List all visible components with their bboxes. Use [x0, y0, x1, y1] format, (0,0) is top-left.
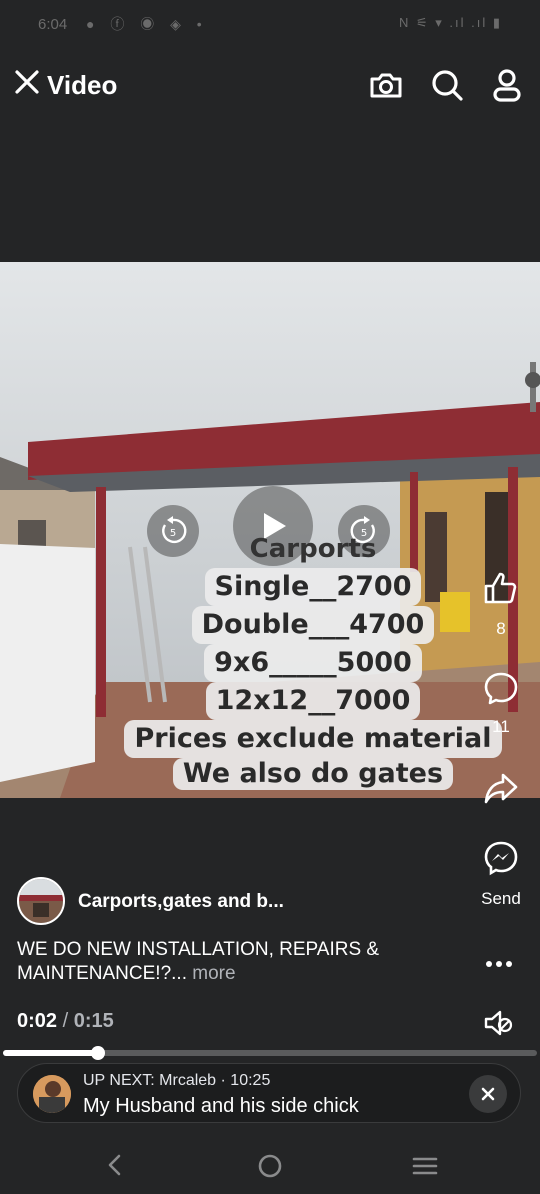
duration: 0:15: [73, 1010, 114, 1032]
send-button[interactable]: Send: [474, 840, 528, 909]
current-time: 0:02: [17, 1010, 58, 1032]
playback-time: 0:02 / 0:15: [17, 1010, 114, 1033]
overlay-line: Single__2700: [204, 568, 422, 606]
overlay-line: We also do gates: [172, 758, 454, 790]
status-bar: 6:04 ● ⓕ ◉ ◈ • N ⚟ ▾ .ıl .ıl ▮: [0, 0, 540, 48]
author-name[interactable]: Carports,gates and b...: [78, 891, 284, 913]
up-next-label: UP NEXT: Mrcaleb · 10:25: [83, 1072, 271, 1089]
speaker-muted-icon: [484, 1010, 513, 1036]
like-button[interactable]: 8: [474, 570, 528, 639]
send-label: Send: [481, 889, 521, 908]
author-avatar[interactable]: [17, 877, 65, 925]
dismiss-up-next-button[interactable]: [469, 1075, 507, 1113]
thumbs-up-icon: [484, 572, 517, 604]
close-icon[interactable]: [12, 67, 42, 97]
caption-line: MAINTENANCE!?...: [17, 963, 187, 984]
more-options-icon[interactable]: [484, 944, 514, 976]
up-next-thumbnail: [33, 1075, 71, 1113]
home-icon[interactable]: [257, 1153, 283, 1184]
up-next-title: My Husband and his side chick: [83, 1095, 359, 1117]
comment-button[interactable]: 11: [474, 670, 528, 737]
caption-line: WE DO NEW INSTALLATION, REPAIRS &: [17, 939, 380, 960]
system-status-icons: N ⚟ ▾ .ıl .ıl ▮: [398, 15, 502, 30]
like-count: 8: [496, 619, 506, 638]
progress-thumb[interactable]: [91, 1046, 105, 1060]
back-icon[interactable]: [104, 1153, 124, 1182]
close-icon: [481, 1087, 495, 1101]
overlay-line: Prices exclude material: [124, 720, 502, 758]
overlay-line: 9x6_____5000: [204, 644, 422, 682]
recents-icon[interactable]: [411, 1155, 439, 1182]
share-icon: [484, 773, 518, 804]
mute-button[interactable]: [483, 1008, 515, 1043]
top-bar: Video: [0, 55, 540, 115]
up-next-card[interactable]: UP NEXT: Mrcaleb · 10:25 My Husband and …: [17, 1063, 521, 1123]
comment-icon: [484, 672, 518, 705]
search-icon[interactable]: [429, 67, 465, 103]
post-caption[interactable]: WE DO NEW INSTALLATION, REPAIRS & MAINTE…: [17, 938, 417, 986]
status-time: 6:04: [38, 16, 68, 33]
video-price-overlay: Carports Single__2700 Double___4700 9x6_…: [124, 530, 502, 790]
see-more-link[interactable]: more: [192, 963, 235, 984]
camera-icon[interactable]: [368, 67, 404, 103]
profile-icon[interactable]: [489, 67, 525, 103]
overlay-line: Double___4700: [191, 606, 435, 644]
notification-icons: ● ⓕ ◉ ◈ •: [86, 16, 208, 32]
messenger-icon: [484, 841, 518, 876]
comment-count: 11: [492, 717, 510, 736]
system-nav-bar: [0, 1136, 540, 1194]
page-title: Video: [47, 70, 118, 100]
time-separator: /: [62, 1010, 69, 1032]
progress-fill: [3, 1050, 98, 1056]
overlay-title: Carports: [249, 534, 377, 564]
share-button[interactable]: [474, 770, 528, 811]
overlay-line: 12x12__7000: [205, 682, 421, 720]
